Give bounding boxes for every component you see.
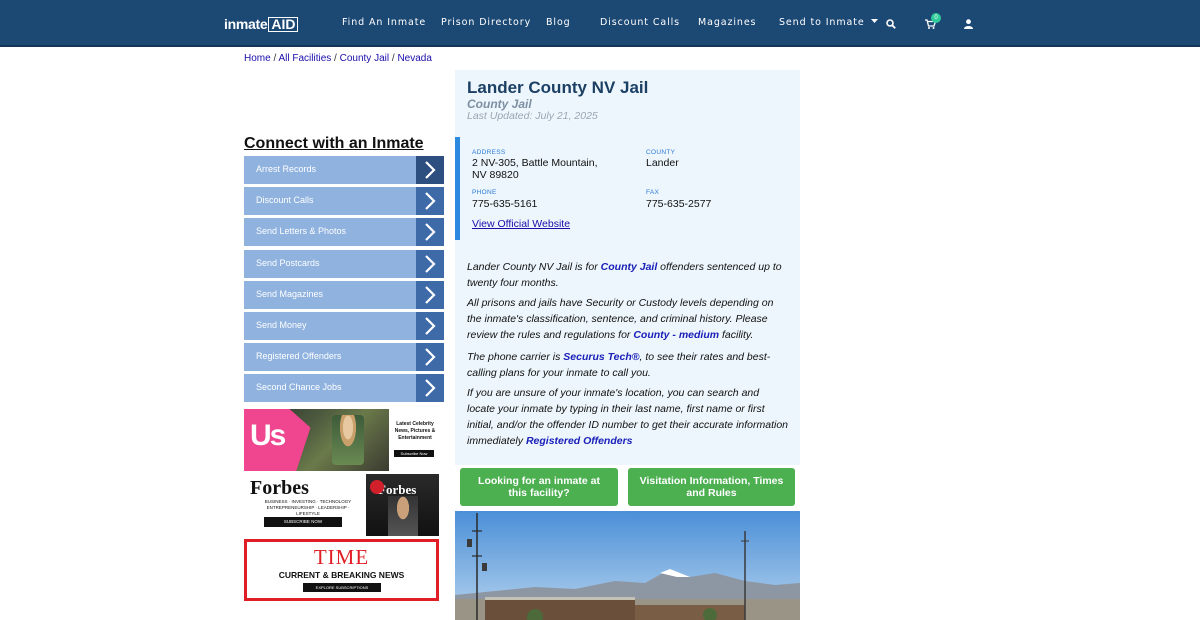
description-paragraph-2: All prisons and jails have Security or C… [467, 295, 789, 343]
county-label: COUNTY [646, 149, 676, 156]
facility-title: Lander County NV Jail [467, 78, 649, 97]
menu-send-money[interactable]: Send Money [244, 311, 444, 340]
nav-send-to-inmate-label: Send to Inmate [779, 17, 865, 28]
forbes-cover-red-accent [370, 480, 384, 494]
forbes-ad-cta: SUBSCRIBE NOW [264, 517, 342, 527]
nav-find-an-inmate[interactable]: Find An Inmate [342, 17, 426, 28]
breadcrumb-all-facilities[interactable]: All Facilities [278, 53, 331, 64]
fax-label: FAX [646, 189, 660, 196]
time-ad[interactable]: TIME CURRENT & BREAKING NEWS EXPLORE SUB… [244, 539, 439, 601]
nav-discount-calls[interactable]: Discount Calls [600, 17, 680, 28]
county-jail-link[interactable]: County Jail [601, 261, 658, 273]
description-paragraph-1: Lander County NV Jail is for County Jail… [467, 259, 789, 291]
time-ad-tagline: CURRENT & BREAKING NEWS [278, 570, 405, 580]
breadcrumb: Home / All Facilities / County Jail / Ne… [244, 53, 432, 64]
us-ad-photo-figure [332, 415, 364, 465]
desc1-text-a: Lander County NV Jail is for [467, 261, 601, 273]
chevron-right-icon [416, 311, 444, 340]
forbes-ad-tagline: BUSINESS · INVESTING · TECHNOLOGY ENTREP… [264, 499, 352, 516]
chevron-right-icon [416, 156, 444, 184]
menu-item-label: Discount Calls [256, 195, 314, 206]
chevron-right-icon [416, 218, 444, 247]
address-label: ADDRESS [472, 149, 506, 156]
us-ad-tagline: Latest Celebrity News, Pictures & Entert… [394, 421, 436, 441]
us-weekly-ad[interactable]: Us Latest Celebrity News, Pictures & Ent… [244, 409, 439, 471]
phone-value: 775-635-5161 [472, 198, 538, 210]
connect-heading: Connect with an Inmate [244, 135, 424, 152]
desc2-text-b: facility. [719, 329, 754, 341]
menu-item-label: Arrest Records [256, 164, 317, 174]
search-icon[interactable] [886, 16, 896, 34]
registered-offenders-link[interactable]: Registered Offenders [526, 435, 633, 447]
securus-tech-link[interactable]: Securus Tech® [563, 351, 639, 363]
cart-count-badge: 0 [931, 13, 941, 23]
county-medium-link[interactable]: County - medium [633, 329, 719, 341]
description-paragraph-4: If you are unsure of your inmate's locat… [467, 385, 789, 449]
nav-send-to-inmate[interactable]: Send to Inmate [779, 17, 878, 28]
forbes-ad[interactable]: Forbes BUSINESS · INVESTING · TECHNOLOGY… [244, 474, 439, 536]
menu-registered-offenders[interactable]: Registered Offenders [244, 343, 444, 372]
address-line1: 2 NV-305, Battle Mountain, [472, 157, 598, 169]
nav-blog[interactable]: Blog [546, 17, 571, 28]
time-ad-cta: EXPLORE SUBSCRIPTIONS [303, 583, 381, 592]
menu-send-letters-photos[interactable]: Send Letters & Photos [244, 218, 444, 247]
us-ad-logo: Us [250, 419, 286, 452]
address-line2: NV 89820 [472, 169, 519, 181]
user-icon[interactable] [964, 16, 973, 34]
menu-item-label: Send Letters & Photos [256, 226, 347, 237]
visitation-info-button[interactable]: Visitation Information, Times and Rules [628, 468, 795, 506]
official-website-link[interactable]: View Official Website [472, 218, 570, 230]
description-paragraph-3: The phone carrier is Securus Tech®, to s… [467, 349, 789, 381]
menu-send-magazines[interactable]: Send Magazines [244, 280, 444, 309]
find-inmate-button[interactable]: Looking for an inmate at this facility? [460, 468, 618, 506]
connect-menu: Arrest Records Discount Calls Send Lette… [244, 156, 444, 406]
us-ad-cta: Subscribe Now [394, 450, 434, 457]
menu-send-postcards[interactable]: Send Postcards [244, 249, 444, 278]
forbes-cover-portrait [388, 496, 418, 536]
nav-prison-directory[interactable]: Prison Directory [441, 17, 531, 28]
menu-item-label: Send Magazines [256, 288, 324, 299]
caret-down-icon [870, 19, 878, 23]
breadcrumb-county-jail[interactable]: County Jail [340, 53, 389, 64]
fax-value: 775-635-2577 [646, 198, 712, 210]
facility-type: County Jail [467, 97, 532, 111]
county-value: Lander [646, 157, 679, 169]
breadcrumb-home[interactable]: Home [244, 53, 271, 64]
menu-item-label: Registered Offenders [256, 351, 342, 362]
time-ad-logo: TIME [313, 545, 370, 569]
menu-arrest-records[interactable]: Arrest Records [244, 156, 444, 184]
menu-second-chance-jobs[interactable]: Second Chance Jobs [244, 374, 444, 403]
nav-magazines[interactable]: Magazines [698, 17, 756, 28]
facility-photo [455, 511, 800, 620]
chevron-right-icon [416, 249, 444, 278]
last-updated: Last Updated: July 21, 2025 [467, 110, 598, 122]
top-navbar: inmate AID Find An Inmate Prison Directo… [0, 0, 1200, 47]
menu-discount-calls[interactable]: Discount Calls [244, 187, 444, 216]
site-logo[interactable]: inmate AID [224, 14, 299, 34]
chevron-right-icon [416, 280, 444, 309]
forbes-cover-image: Forbes [366, 474, 439, 536]
forbes-ad-logo: Forbes [250, 477, 309, 499]
desc3-text-a: The phone carrier is [467, 351, 564, 363]
menu-item-label: Second Chance Jobs [256, 382, 342, 393]
menu-item-label: Send Money [256, 319, 307, 330]
chevron-right-icon [416, 343, 444, 372]
breadcrumb-nevada[interactable]: Nevada [397, 53, 431, 64]
menu-item-label: Send Postcards [256, 257, 320, 268]
logo-box-text: AID [268, 16, 299, 32]
facility-photo-svg [455, 511, 800, 620]
chevron-right-icon [416, 187, 444, 216]
logo-text: inmate [224, 16, 268, 32]
phone-label: PHONE [472, 189, 497, 196]
chevron-right-icon [416, 374, 444, 403]
